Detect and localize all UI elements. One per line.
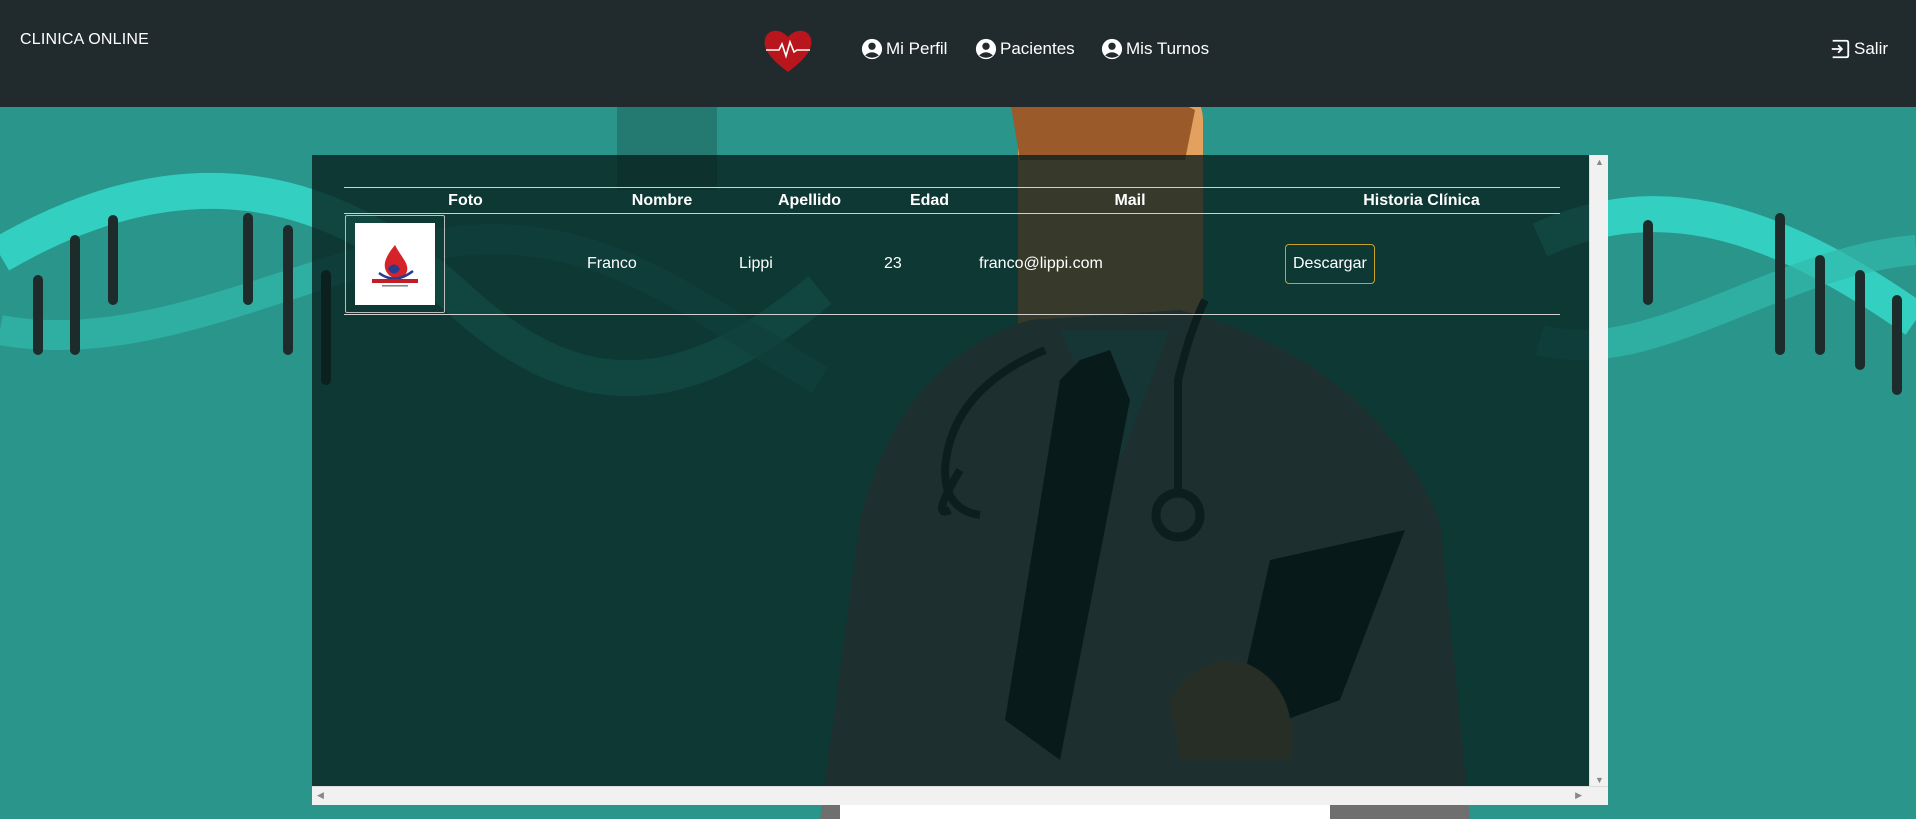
nav-pacientes-label: Pacientes	[1000, 39, 1075, 58]
nav-pacientes[interactable]: Pacientes	[975, 38, 1075, 60]
clinica-online-logo	[355, 223, 435, 305]
nav-mi-perfil[interactable]: Mi Perfil	[861, 38, 947, 60]
scroll-down-icon[interactable]: ▼	[1595, 775, 1604, 785]
nav-mi-perfil-label: Mi Perfil	[886, 39, 948, 58]
heart-pulse-icon	[764, 30, 812, 72]
brand-title[interactable]: CLINICA ONLINE	[20, 31, 149, 49]
cell-edad: 23	[882, 213, 977, 315]
cell-apellido: Lippi	[737, 213, 882, 315]
pacientes-panel: Foto Nombre Apellido Edad Mail Historia …	[312, 155, 1608, 805]
table-header-row: Foto Nombre Apellido Edad Mail Historia …	[344, 187, 1560, 214]
cell-nombre: Franco	[587, 213, 737, 315]
account-circle-icon	[861, 38, 883, 60]
column-header-historia-clinica: Historia Clínica	[1283, 187, 1560, 214]
top-navbar: CLINICA ONLINE Mi Perfil Pacientes Mis T…	[0, 0, 1916, 107]
table-row[interactable]: Franco Lippi 23 franco@lippi.com Descarg…	[344, 213, 1560, 315]
cell-foto	[344, 213, 587, 315]
scroll-right-icon[interactable]: ▶	[1575, 790, 1582, 801]
pacientes-table: Foto Nombre Apellido Edad Mail Historia …	[344, 187, 1560, 315]
horizontal-scrollbar[interactable]: ◀ ▶	[312, 786, 1608, 805]
column-header-apellido: Apellido	[737, 187, 882, 214]
cell-mail: franco@lippi.com	[977, 213, 1283, 315]
logout-label: Salir	[1854, 39, 1889, 58]
logout-button[interactable]: Salir	[1829, 38, 1888, 60]
column-header-foto: Foto	[344, 187, 587, 214]
logout-icon	[1831, 39, 1850, 59]
column-header-edad: Edad	[882, 187, 977, 214]
patient-photo[interactable]	[345, 215, 445, 313]
scroll-up-icon[interactable]: ▲	[1595, 157, 1604, 167]
nav-mis-turnos-label: Mis Turnos	[1126, 39, 1210, 58]
column-header-nombre: Nombre	[587, 187, 737, 214]
cell-historia-clinica: Descargar	[1283, 213, 1560, 315]
descargar-button[interactable]: Descargar	[1285, 244, 1375, 284]
account-circle-icon	[1101, 38, 1123, 60]
account-circle-icon	[975, 38, 997, 60]
scroll-left-icon[interactable]: ◀	[317, 790, 324, 801]
nav-mis-turnos[interactable]: Mis Turnos	[1101, 38, 1209, 60]
vertical-scrollbar[interactable]: ▲ ▼	[1589, 155, 1608, 787]
column-header-mail: Mail	[977, 187, 1283, 214]
